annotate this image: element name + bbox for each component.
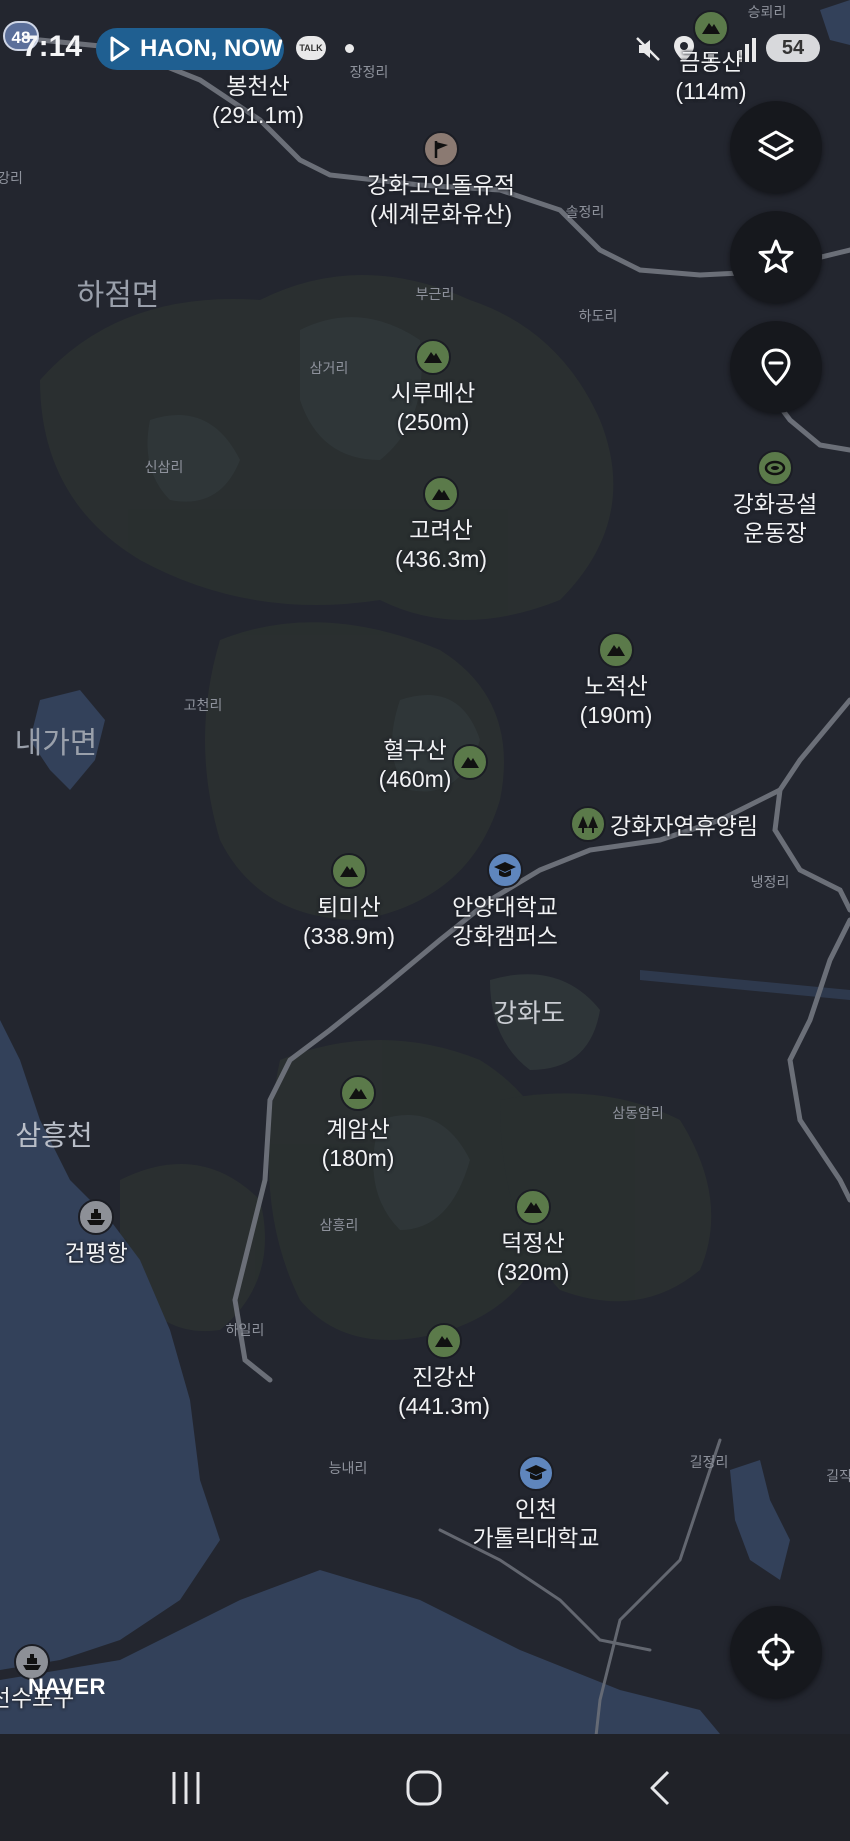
stadium-icon[interactable] [757, 450, 793, 486]
back-button[interactable] [632, 1762, 692, 1814]
village-label: 삼흥리 [319, 1217, 359, 1233]
village-label: 삼동암리 [612, 1105, 664, 1121]
battery-indicator: 54 [766, 34, 820, 62]
heritage-flag-icon[interactable] [423, 131, 459, 167]
peak-label[interactable]: 봉천산 (291.1m) [212, 72, 304, 130]
home-icon [406, 1770, 442, 1806]
mountain-icon[interactable] [598, 632, 634, 668]
map-canvas[interactable] [0, 0, 850, 1734]
mountain-icon[interactable] [415, 339, 451, 375]
play-arrow-icon [110, 36, 130, 62]
poi-label-port[interactable]: 건평항 [64, 1239, 127, 1268]
village-label: 삼거리 [309, 360, 349, 376]
village-label: 능내리 [328, 1460, 368, 1476]
area-label-hajeom: 하점면 [76, 279, 160, 312]
village-label: 고천리 [183, 697, 223, 713]
navigation-text: HAON, NOW [140, 35, 283, 62]
village-label: 하도리 [578, 308, 618, 324]
mountain-icon[interactable] [423, 476, 459, 512]
peak-label[interactable]: 계암산 (180m) [322, 1115, 395, 1173]
mountain-icon[interactable] [331, 853, 367, 889]
peak-label[interactable]: 진강산 (441.3m) [398, 1363, 490, 1421]
peak-label[interactable]: 노적산 (190m) [580, 672, 653, 730]
location-pin-icon [761, 348, 791, 386]
village-label: 신삼리 [144, 459, 184, 475]
village-label: 길정리 [689, 1454, 729, 1470]
poi-label-stadium[interactable]: 강화공설 운동장 [733, 490, 818, 548]
clock: 7:14 [22, 30, 83, 63]
village-label: 길직 [826, 1468, 850, 1484]
layers-icon [758, 130, 794, 161]
village-label: 하일리 [225, 1322, 265, 1338]
village-label: 솔정리 [565, 204, 605, 220]
recent-apps-icon [172, 1772, 200, 1804]
peak-label[interactable]: 혈구산 (460m) [379, 736, 452, 794]
area-label-samheungcheon: 삼흥천 [15, 1120, 93, 1151]
kakaotalk-icon: TALK [296, 36, 326, 60]
mountain-icon[interactable] [515, 1189, 551, 1225]
recent-apps-button[interactable] [156, 1762, 216, 1814]
mountain-icon[interactable] [340, 1075, 376, 1111]
peak-label[interactable]: 금동산 (114m) [675, 48, 746, 106]
poi-label-dolmen[interactable]: 강화고인돌유적 (세계문화유산) [367, 171, 515, 229]
mountain-icon[interactable] [452, 744, 488, 780]
notification-dot-icon [345, 44, 354, 53]
poi-label-forest[interactable]: 강화자연휴양림 [610, 812, 758, 841]
mountain-icon[interactable] [693, 10, 729, 46]
village-label: 승뢰리 [747, 4, 787, 20]
current-location-button[interactable] [730, 1606, 822, 1698]
naver-logo: NAVER [28, 1674, 106, 1699]
peak-label[interactable]: 고려산 (436.3m) [395, 516, 487, 574]
village-label: 강리 [0, 170, 23, 186]
village-label: 부근리 [415, 286, 455, 302]
mountain-icon[interactable] [426, 1323, 462, 1359]
mute-icon [636, 37, 660, 61]
area-label-ganghwado: 강화도 [493, 998, 565, 1028]
poi-label-anyang-univ[interactable]: 안양대학교 강화캠퍼스 [452, 893, 558, 951]
graduation-cap-icon[interactable] [487, 852, 523, 888]
favorites-button[interactable] [730, 211, 822, 303]
layers-button[interactable] [730, 101, 822, 193]
system-navigation-bar [0, 1734, 850, 1841]
star-icon [758, 239, 794, 273]
back-arrow-icon [650, 1770, 670, 1806]
crosshair-icon [757, 1633, 795, 1671]
peak-label[interactable]: 덕정산 (320m) [497, 1229, 570, 1287]
home-button[interactable] [394, 1762, 454, 1814]
area-label-naega: 내가면 [14, 727, 98, 760]
forest-icon[interactable] [570, 806, 606, 842]
village-label: 냉정리 [750, 874, 790, 890]
ferry-icon[interactable] [78, 1199, 114, 1235]
peak-label[interactable]: 시루메산 (250m) [391, 379, 476, 437]
peak-label[interactable]: 퇴미산 (338.9m) [303, 893, 395, 951]
poi-label-catholic-univ[interactable]: 인천 가톨릭대학교 [473, 1495, 600, 1553]
saved-places-button[interactable] [730, 321, 822, 413]
graduation-cap-icon[interactable] [518, 1455, 554, 1491]
navigation-pill[interactable]: HAON, NOW [96, 28, 284, 70]
village-label: 장정리 [349, 64, 389, 80]
